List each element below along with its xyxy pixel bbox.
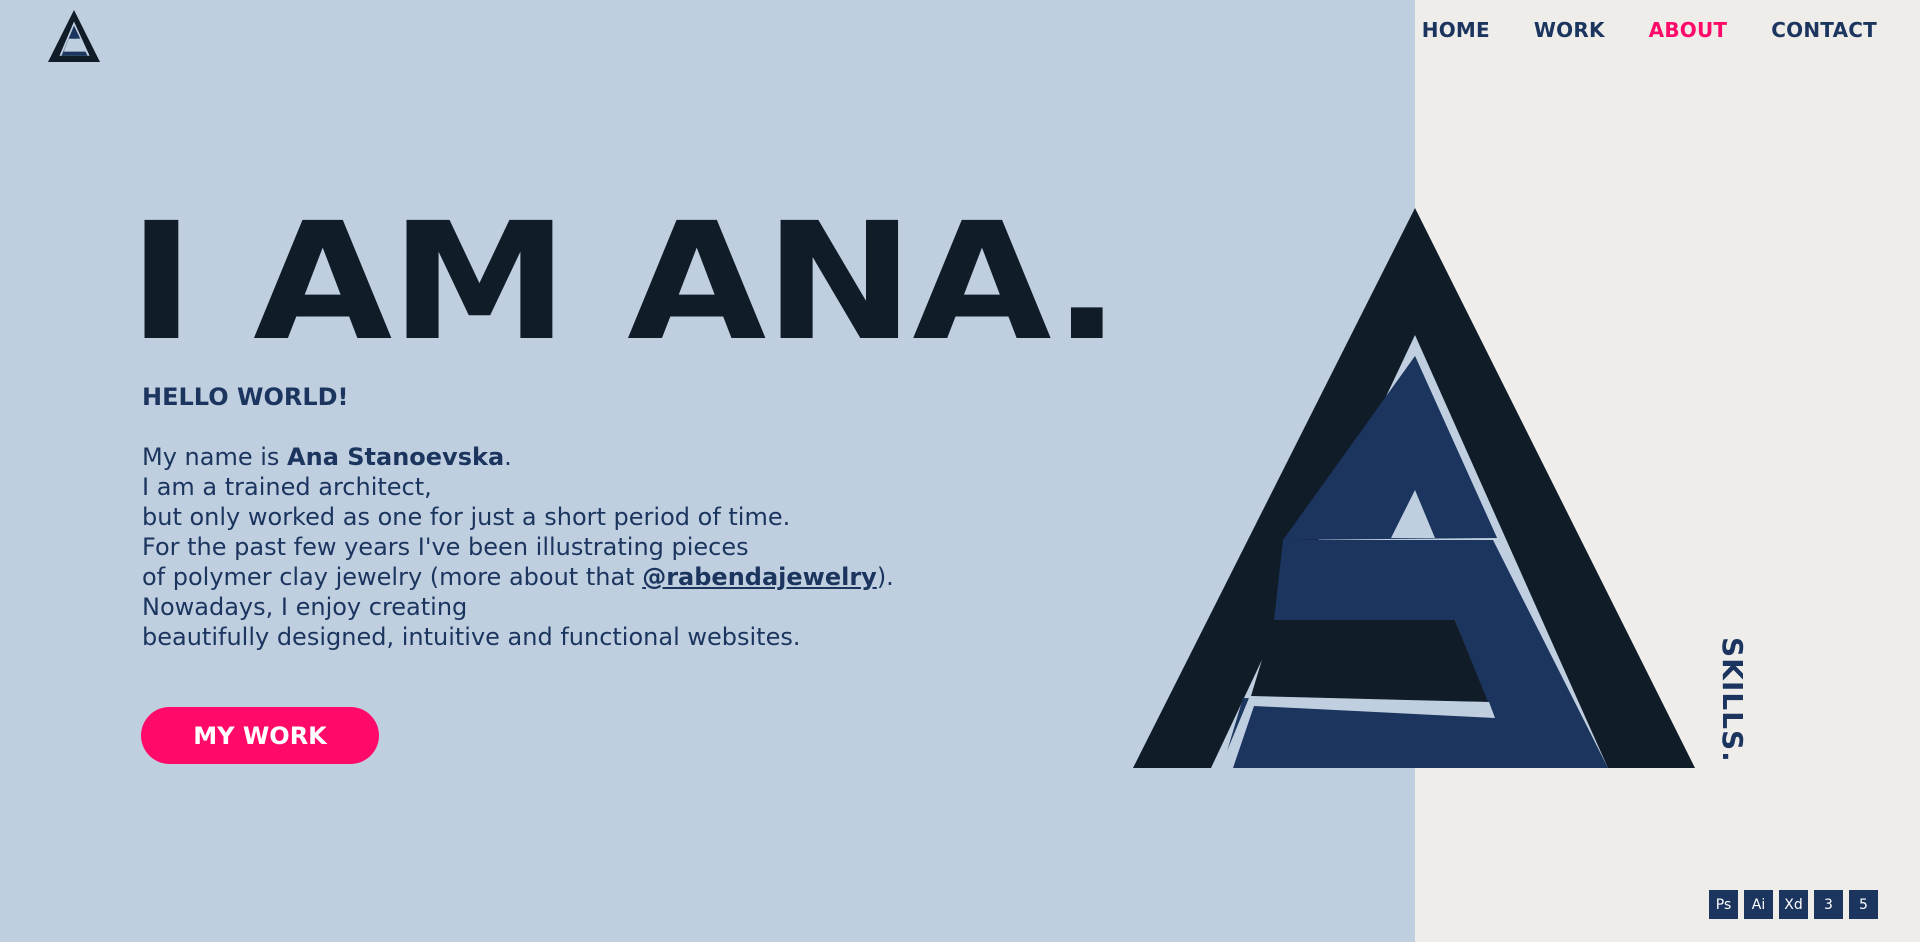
- nav-home[interactable]: HOME: [1422, 18, 1490, 42]
- bio-line-2: I am a trained architect,: [142, 473, 432, 501]
- bio-line-7: beautifully designed, intuitive and func…: [142, 623, 801, 651]
- css3-icon: 3: [1814, 890, 1843, 919]
- nav-about[interactable]: ABOUT: [1649, 18, 1728, 42]
- bio-text: My name is Ana Stanoevska. I am a traine…: [142, 442, 1042, 652]
- bio-line-5-prefix: of polymer clay jewelry (more about that: [142, 563, 643, 591]
- nav-contact[interactable]: CONTACT: [1771, 18, 1877, 42]
- bio-line-1-suffix: .: [504, 443, 512, 471]
- bio-line-5-suffix: ).: [876, 563, 894, 591]
- author-name: Ana Stanoevska: [287, 443, 505, 471]
- nav-work[interactable]: WORK: [1534, 18, 1605, 42]
- main-nav: HOME WORK ABOUT CONTACT: [1422, 18, 1877, 42]
- bio-line-3: but only worked as one for just a short …: [142, 503, 791, 531]
- bio-line-6: Nowadays, I enjoy creating: [142, 593, 468, 621]
- my-work-button[interactable]: MY WORK: [141, 707, 379, 764]
- instagram-handle-link[interactable]: @rabendajewelry: [642, 563, 877, 591]
- bio-line-5: of polymer clay jewelry (more about that…: [142, 562, 1042, 592]
- html5-icon: 5: [1849, 890, 1878, 919]
- bio-line-1: My name is Ana Stanoevska.: [142, 442, 1042, 472]
- skill-icons: Ps Ai Xd 3 5: [1709, 890, 1878, 919]
- as-logo-icon[interactable]: [48, 10, 100, 62]
- greeting: HELLO WORLD!: [142, 383, 349, 411]
- xd-icon: Xd: [1779, 890, 1808, 919]
- page-headline: I AM ANA.: [128, 189, 1121, 377]
- illustrator-icon: Ai: [1744, 890, 1773, 919]
- bio-line-1-prefix: My name is: [142, 443, 288, 471]
- skills-link[interactable]: SKILLS.: [1716, 637, 1749, 763]
- bio-line-4: For the past few years I've been illustr…: [142, 533, 749, 561]
- photoshop-icon: Ps: [1709, 890, 1738, 919]
- as-monogram-graphic: [1133, 208, 1695, 768]
